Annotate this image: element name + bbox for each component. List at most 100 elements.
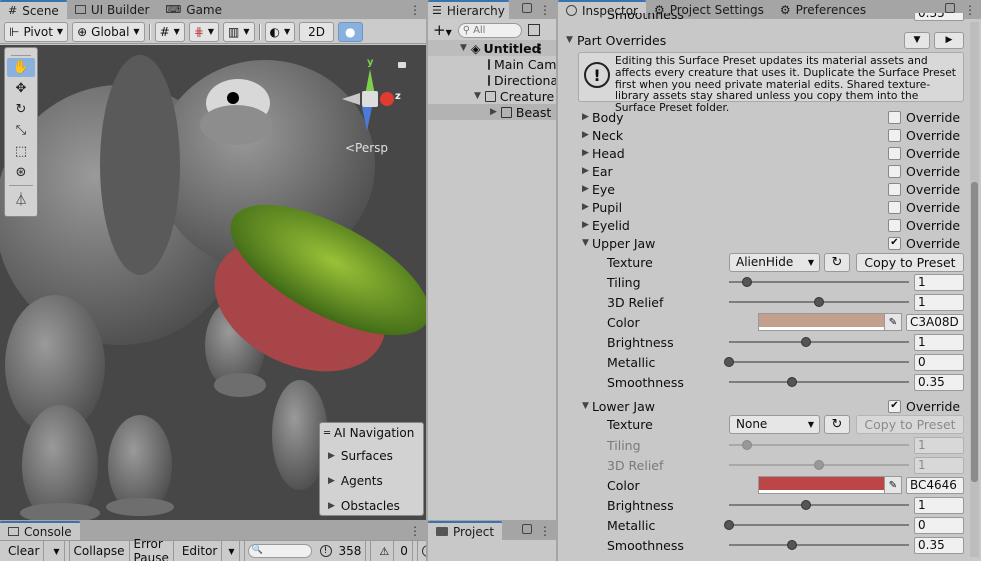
inspector-scrollbar[interactable]	[970, 22, 979, 557]
override-checkbox[interactable]	[888, 110, 901, 124]
pivot-dropdown[interactable]: ⊩ Pivot ▼	[4, 21, 69, 42]
color-hex-field[interactable]: BC4646	[906, 476, 964, 494]
drag-handle-icon[interactable]	[11, 50, 31, 56]
slider-knob[interactable]	[724, 357, 734, 367]
slider-knob[interactable]	[742, 277, 752, 287]
override-checkbox[interactable]	[888, 146, 901, 160]
ai-navigation-header[interactable]: ═ AI Navigation	[320, 423, 423, 443]
add-object-button[interactable]: +▼	[433, 21, 452, 39]
color-swatch[interactable]	[758, 476, 885, 494]
tiling-slider[interactable]	[729, 277, 909, 287]
metallic-slider[interactable]	[724, 520, 909, 530]
grid-snap-button[interactable]: # ▼	[154, 21, 185, 42]
custom-tool-icon[interactable]: ⏃	[7, 189, 35, 208]
slider-knob[interactable]	[814, 297, 824, 307]
info-count-toggle[interactable]: ! 358	[316, 540, 372, 561]
tab-game[interactable]: ⌨ Game	[157, 0, 230, 19]
part-overrides-header[interactable]: ▼ Part Overrides ▼ ▶	[558, 31, 968, 49]
texture-dropdown[interactable]: AlienHide ▼	[729, 252, 820, 272]
move-tool-icon[interactable]: ✥	[7, 79, 35, 98]
smoothness-value-partial[interactable]: 0.35	[914, 13, 964, 21]
part-row-head[interactable]: ▶ Head Override	[558, 144, 968, 162]
part-row-eye[interactable]: ▶ Eye Override	[558, 180, 968, 198]
override-toggle[interactable]: Override	[888, 110, 960, 125]
texture-dropdown[interactable]: None ▼	[729, 414, 820, 434]
transform-tool-icon[interactable]: ⊛	[7, 163, 35, 182]
override-checkbox-checked[interactable]: ✔	[888, 236, 901, 250]
override-toggle[interactable]: Override	[888, 164, 960, 179]
copy-to-preset-button[interactable]: Copy to Preset	[856, 252, 964, 272]
slider-knob[interactable]	[724, 520, 734, 530]
editor-dropdown[interactable]: Editor ▼	[174, 540, 245, 561]
lighting-toggle[interactable]: ●	[338, 21, 363, 42]
part-row-eyelid[interactable]: ▶ Eyelid Override	[558, 216, 968, 234]
lock-icon[interactable]	[522, 524, 532, 534]
scrollbar-thumb[interactable]	[971, 182, 978, 482]
brightness-slider[interactable]	[729, 500, 909, 510]
orientation-gizmo[interactable]: y z <Persp	[340, 57, 410, 155]
brightness-value[interactable]: 1	[914, 496, 964, 514]
ai-nav-item-surfaces[interactable]: ▶ Surfaces	[320, 443, 423, 468]
override-checkbox[interactable]	[888, 164, 901, 178]
ai-nav-item-obstacles[interactable]: ▶ Obstacles	[320, 493, 423, 518]
eyedropper-icon[interactable]: ✎	[884, 313, 902, 331]
tab-scene[interactable]: # Scene	[0, 0, 67, 19]
error-pause-button[interactable]: Error Pause	[130, 537, 174, 561]
smoothness-value[interactable]: 0.35	[914, 536, 964, 554]
part-row-body[interactable]: ▶ Body Override	[558, 108, 968, 126]
override-toggle[interactable]: Override	[888, 200, 960, 215]
override-toggle[interactable]: ✔ Override	[888, 236, 960, 251]
override-toggle[interactable]: Override	[888, 128, 960, 143]
shading-dropdown[interactable]: ◐ ▼	[264, 21, 296, 42]
metallic-value[interactable]: 0	[914, 353, 964, 371]
slider-knob[interactable]	[787, 377, 797, 387]
metallic-slider[interactable]	[724, 357, 909, 367]
override-checkbox[interactable]	[888, 200, 901, 214]
hierarchy-item-beast[interactable]: ▶ Beast	[428, 104, 556, 120]
mode-2d-button[interactable]: 2D	[299, 21, 335, 42]
slider-knob[interactable]	[801, 337, 812, 347]
brightness-slider[interactable]	[729, 337, 909, 347]
hierarchy-item-creature[interactable]: ▼ Creature	[428, 88, 556, 104]
console-menu-icon[interactable]: ⋮	[409, 524, 421, 538]
color-swatch[interactable]	[758, 313, 885, 331]
expand-all-button[interactable]: ▶	[934, 31, 964, 49]
relief-value[interactable]: 1	[914, 293, 964, 311]
warning-count-toggle[interactable]: ⚠ 0	[371, 540, 418, 561]
refresh-icon[interactable]: ↻	[824, 252, 850, 272]
render-mode-button[interactable]: ▥ ▼	[223, 21, 255, 42]
rect-tool-icon[interactable]: ⬚	[7, 142, 35, 161]
override-checkbox[interactable]	[888, 128, 901, 142]
override-checkbox[interactable]	[888, 182, 901, 196]
override-toggle[interactable]: Override	[888, 146, 960, 161]
console-search-input[interactable]: 🔍	[245, 541, 316, 561]
lock-icon[interactable]	[522, 3, 532, 13]
perspective-label[interactable]: <Persp	[345, 141, 388, 155]
part-row-neck[interactable]: ▶ Neck Override	[558, 126, 968, 144]
override-toggle[interactable]: Override	[888, 218, 960, 233]
hierarchy-search-input[interactable]: ⚲ All	[457, 22, 522, 38]
hierarchy-menu-icon[interactable]: ⋮	[539, 3, 551, 17]
eyedropper-icon[interactable]: ✎	[884, 476, 902, 494]
hierarchy-item-directional-light[interactable]: Directional Light	[428, 72, 556, 88]
refresh-icon[interactable]: ↻	[824, 414, 850, 434]
smoothness-value[interactable]: 0.35	[914, 373, 964, 391]
tab-ui-builder[interactable]: UI Builder	[67, 0, 158, 19]
gizmo-lock-icon[interactable]	[398, 62, 406, 68]
relief-slider[interactable]	[729, 297, 909, 307]
smoothness-slider[interactable]	[729, 540, 909, 550]
slider-knob[interactable]	[787, 540, 797, 550]
tiling-value[interactable]: 1	[914, 273, 964, 291]
collapse-all-button[interactable]: ▼	[904, 31, 930, 49]
smoothness-slider[interactable]	[729, 377, 909, 387]
metallic-value[interactable]: 0	[914, 516, 964, 534]
global-dropdown[interactable]: ⊕ Global ▼	[72, 21, 145, 42]
hierarchy-item-main-camera[interactable]: Main Camera	[428, 56, 556, 72]
part-row-ear[interactable]: ▶ Ear Override	[558, 162, 968, 180]
tab-hierarchy[interactable]: ☰ Hierarchy	[428, 0, 509, 19]
part-row-lower-jaw[interactable]: ▼ Lower Jaw ✔ Override	[558, 397, 968, 415]
override-toggle[interactable]: Override	[888, 182, 960, 197]
chevron-down-icon[interactable]: ▼	[49, 540, 65, 561]
override-checkbox-checked[interactable]: ✔	[888, 399, 901, 413]
scene-menu-icon[interactable]: ⋮	[534, 41, 547, 56]
